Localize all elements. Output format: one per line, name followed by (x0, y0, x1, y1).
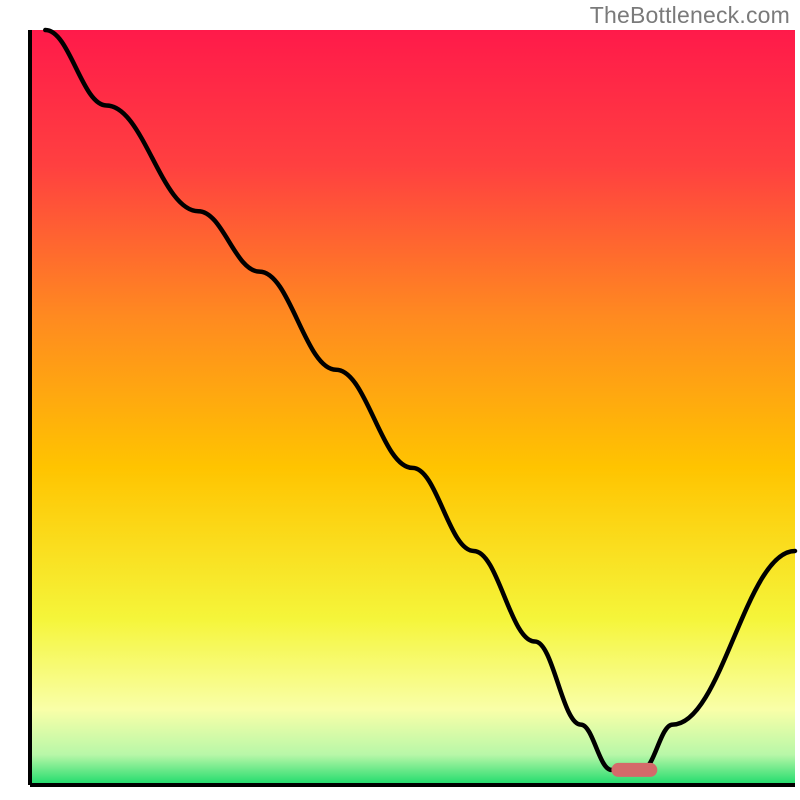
watermark-text: TheBottleneck.com (590, 2, 790, 29)
chart-container: { "watermark": "TheBottleneck.com", "cha… (0, 0, 800, 800)
optimal-marker (611, 763, 657, 777)
bottleneck-chart (0, 0, 800, 800)
